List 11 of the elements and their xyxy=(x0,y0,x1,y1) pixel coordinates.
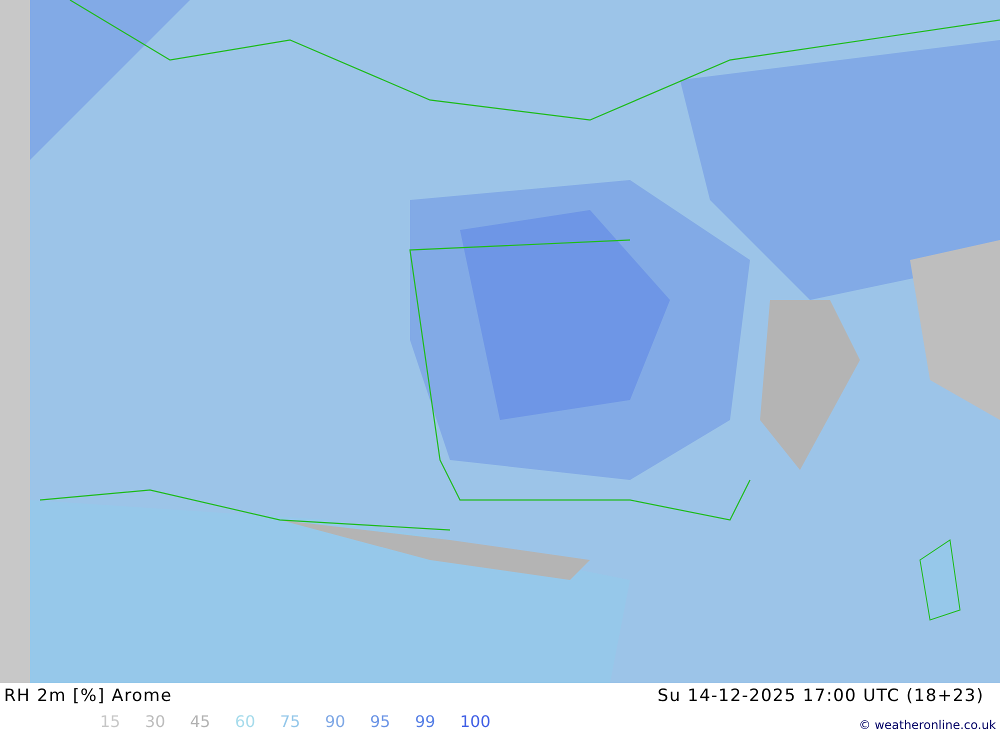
legend-value: 60 xyxy=(235,710,256,732)
legend-value: 45 xyxy=(190,710,212,732)
map-title: RH 2m [%] Arome xyxy=(4,685,172,708)
legend-value: 90 xyxy=(325,710,346,732)
legend-value: 30 xyxy=(145,710,166,732)
legend-value: 75 xyxy=(280,710,302,732)
legend-value: 99 xyxy=(415,710,436,732)
legend-value: 95 xyxy=(370,710,392,732)
legend-value: 100 xyxy=(460,710,491,732)
credit-text: © weatheronline.co.uk xyxy=(858,716,996,733)
valid-time: Su 14-12-2025 17:00 UTC (18+23) xyxy=(658,685,984,708)
